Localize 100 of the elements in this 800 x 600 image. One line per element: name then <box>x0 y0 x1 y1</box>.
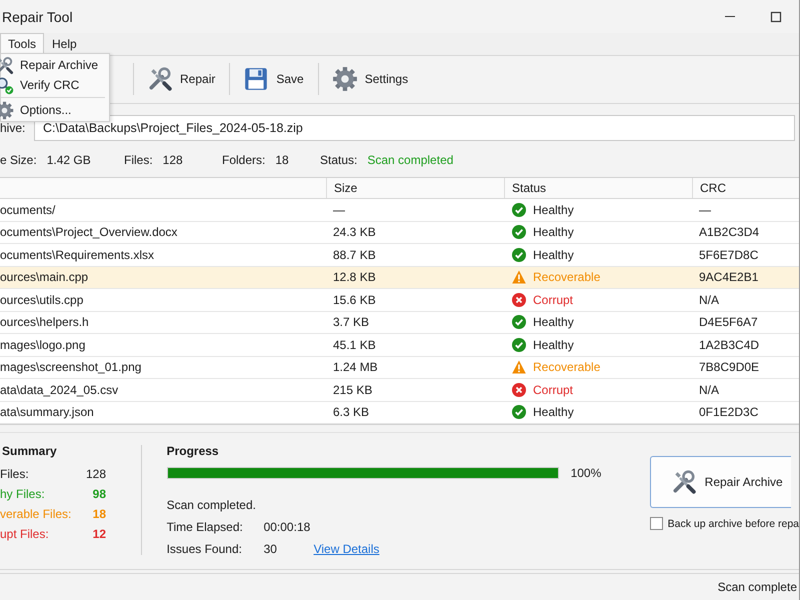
summary-value: 128 <box>86 467 106 482</box>
detail-label: Issues Found: <box>166 542 243 556</box>
table-row[interactable]: mages\screenshot_01.png 1.24 MB Recoverable 7B8C9D0E <box>0 356 799 380</box>
status-text: Healthy <box>533 315 574 330</box>
check-circle-icon <box>512 405 526 420</box>
table-row[interactable]: ources\utils.cpp 15.6 KB Corrupt N/A <box>0 289 799 312</box>
file-size: 45.1 KB <box>332 338 377 352</box>
crc-value: D4E5F6A7 <box>698 315 759 330</box>
table-row[interactable]: ocuments\Project_Overview.docx 24.3 KB Healthy A1B2C3D4 <box>0 222 799 244</box>
checkbox[interactable] <box>650 517 663 530</box>
maximize-icon <box>770 10 782 22</box>
summary-label: Files: <box>0 467 29 482</box>
summary-label: upt Files: <box>0 527 49 542</box>
file-name: ocuments\Project_Overview.docx <box>0 225 178 240</box>
error-icon <box>512 382 526 397</box>
menu-item[interactable]: Repair Archive <box>1 55 109 75</box>
info-value: Scan completed <box>367 153 454 168</box>
menu-item[interactable]: Help <box>44 33 85 55</box>
summary-value: 12 <box>92 527 106 542</box>
file-size: — <box>332 202 346 217</box>
warning-icon <box>512 270 526 284</box>
error-icon <box>512 292 526 307</box>
minimize-icon <box>725 16 735 17</box>
view-details-link[interactable]: View Details <box>314 542 380 556</box>
crc-value: 5F6E7D8C <box>698 248 760 262</box>
menu-item[interactable]: Tools <box>0 33 44 55</box>
detail-value: 00:00:18 <box>264 520 312 534</box>
file-name: ata\summary.json <box>0 405 95 420</box>
checkbox-label: Back up archive before repa <box>668 518 799 530</box>
status-text: Recoverable <box>533 270 600 284</box>
check-circle-icon <box>512 315 526 330</box>
repair-archive-button[interactable]: Repair Archive <box>650 456 791 508</box>
file-size: 1.24 MB <box>332 360 379 374</box>
crc-value: 1A2B3C4D <box>698 338 760 352</box>
file-name: ources\main.cpp <box>0 270 90 284</box>
status-text: Corrupt <box>533 292 574 307</box>
info-label: e Size: <box>0 153 37 168</box>
status-text: Recoverable <box>533 360 600 374</box>
warning-icon <box>512 360 526 374</box>
check-circle-icon <box>512 225 526 240</box>
table-row[interactable]: ata\summary.json 6.3 KB Healthy 0F1E2D3C <box>0 402 799 424</box>
info-value: 128 <box>162 153 183 168</box>
tools-icon <box>670 469 697 496</box>
crc-value: A1B2C3D4 <box>698 225 760 240</box>
tools-icon <box>0 56 14 74</box>
file-size: 15.6 KB <box>332 292 377 307</box>
file-size: 88.7 KB <box>332 248 377 262</box>
info-value: 18 <box>275 153 289 168</box>
crc-value: — <box>698 202 712 217</box>
file-name: ata\data_2024_05.csv <box>0 382 120 397</box>
menu-item[interactable]: Verify CRC <box>1 75 109 95</box>
info-label: Files: <box>124 153 153 168</box>
table-row[interactable]: mages\logo.png 45.1 KB Healthy 1A2B3C4D <box>0 334 799 357</box>
status-text: Healthy <box>533 225 574 240</box>
progress-message: Scan completed. <box>166 497 257 514</box>
field-label: hive: <box>0 121 26 136</box>
column-header[interactable]: Size <box>326 178 504 198</box>
settings-icon <box>332 66 358 92</box>
table-row[interactable]: ata\data_2024_05.csv 215 KB Corrupt N/A <box>0 379 799 402</box>
check-circle-icon <box>512 338 526 352</box>
window-title: Repair Tool <box>2 8 74 24</box>
tools-icon <box>147 66 173 92</box>
toolbar-button[interactable]: Repair <box>134 59 230 100</box>
crc-value: N/A <box>698 382 720 397</box>
column-header[interactable]: Status <box>504 178 692 198</box>
file-name: ources\utils.cpp <box>0 292 84 307</box>
info-label: Folders: <box>222 153 266 168</box>
table-row[interactable]: ources\helpers.h 3.7 KB Healthy D4E5F6A7 <box>0 312 799 334</box>
progress-reading: 100% <box>570 466 602 480</box>
file-size: 24.3 KB <box>332 225 377 240</box>
info-value: 1.42 GB <box>46 153 91 168</box>
summary-value: 18 <box>92 507 106 522</box>
save-icon <box>243 66 270 92</box>
summary-label: verable Files: <box>0 507 72 522</box>
status-text: Healthy <box>533 202 574 217</box>
summary-value: 98 <box>92 487 106 502</box>
status-text: Healthy <box>533 248 574 262</box>
file-name: ocuments/ <box>0 202 56 217</box>
file-size: 12.8 KB <box>332 270 377 284</box>
archive-path-field[interactable]: C:\Data\Backups\Project_Files_2024-05-18.zip <box>34 115 795 142</box>
detail-value: 30 <box>264 542 278 556</box>
crc-value: 9AC4E2B1 <box>698 270 760 284</box>
crc-value: N/A <box>698 292 720 307</box>
file-size: 6.3 KB <box>332 405 370 420</box>
table-row[interactable]: ocuments/ — Healthy — <box>0 199 799 222</box>
column-header[interactable]: CRC <box>692 178 799 198</box>
section-title: Summary <box>2 444 58 458</box>
status-text: Healthy <box>533 338 574 352</box>
toolbar-button[interactable]: Save <box>230 59 318 100</box>
file-name: ources\helpers.h <box>0 315 90 330</box>
crc-value: 0F1E2D3C <box>698 405 760 420</box>
check-circle-icon <box>512 248 526 262</box>
status-text: Healthy <box>533 405 574 420</box>
summary-label: hy Files: <box>0 487 45 502</box>
crc-value: 7B8C9D0E <box>698 360 760 374</box>
section-title: Progress <box>166 444 220 458</box>
toolbar-button[interactable]: Settings <box>318 59 422 100</box>
file-name: mages\logo.png <box>0 338 86 352</box>
detail-label: Time Elapsed: <box>166 520 244 534</box>
table-row[interactable]: ources\main.cpp 12.8 KB Recoverable 9AC4E2B1 <box>0 266 799 290</box>
